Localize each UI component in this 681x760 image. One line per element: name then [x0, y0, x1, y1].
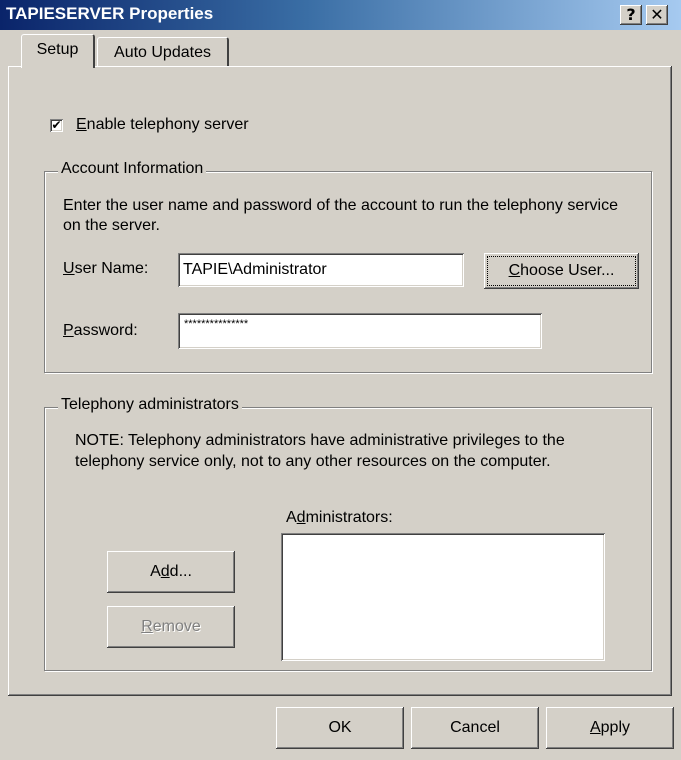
- administrators-label-a: A: [286, 509, 297, 526]
- tab-setup[interactable]: Setup: [21, 34, 95, 68]
- close-button[interactable]: ✕: [646, 5, 668, 25]
- tab-auto-updates-label: Auto Updates: [114, 44, 211, 61]
- user-name-text: ser Name:: [74, 260, 149, 277]
- user-name-mnemonic: U: [63, 260, 75, 277]
- apply-mnemonic: A: [589, 719, 601, 736]
- cancel-button[interactable]: Cancel: [411, 707, 539, 749]
- ok-label: OK: [328, 719, 352, 736]
- administrators-mnemonic: d: [296, 509, 306, 526]
- admins-title: Telephony administrators: [58, 396, 242, 414]
- account-info-title: Account Information: [58, 160, 207, 178]
- checkmark-icon: ✔: [51, 118, 62, 132]
- password-mnemonic: P: [63, 322, 74, 339]
- title-bar[interactable]: TAPIESERVER Properties ? ✕: [0, 0, 681, 30]
- enable-telephony-checkbox[interactable]: ✔: [50, 119, 63, 132]
- password-label: Password:: [63, 322, 138, 340]
- tab-setup-label: Setup: [36, 41, 79, 58]
- remove-admin-button[interactable]: Remove: [107, 606, 235, 648]
- remove-text: emove: [152, 618, 201, 635]
- add-admin-button[interactable]: Add...: [107, 551, 235, 593]
- help-button[interactable]: ?: [620, 5, 642, 25]
- enable-telephony-mnemonic: E: [76, 116, 87, 133]
- apply-text: pply: [600, 719, 631, 736]
- admins-note: NOTE: Telephony administrators have admi…: [75, 432, 565, 470]
- administrators-label-b: ministrators:: [305, 509, 393, 526]
- user-name-input[interactable]: TAPIE\Administrator: [178, 253, 464, 287]
- administrators-list-label: Administrators:: [286, 509, 393, 527]
- user-name-label: User Name:: [63, 260, 148, 278]
- add-label-a: A: [150, 563, 161, 580]
- remove-mnemonic: R: [141, 618, 153, 635]
- administrators-list[interactable]: [281, 533, 605, 661]
- password-text: assword:: [73, 322, 138, 339]
- apply-button[interactable]: Apply: [546, 707, 674, 749]
- tab-auto-updates[interactable]: Auto Updates: [97, 37, 229, 67]
- password-input[interactable]: ***************: [178, 313, 542, 349]
- help-icon: ?: [626, 5, 636, 24]
- ok-button[interactable]: OK: [276, 707, 404, 749]
- choose-user-focus-ring: [487, 256, 636, 286]
- close-icon: ✕: [650, 5, 664, 24]
- add-label-b: d...: [169, 563, 192, 580]
- add-mnemonic: d: [160, 563, 170, 580]
- window-title: TAPIESERVER Properties: [6, 4, 214, 23]
- choose-user-button[interactable]: Choose User...: [484, 253, 639, 289]
- cancel-label: Cancel: [450, 719, 500, 736]
- enable-telephony-text: nable telephony server: [86, 116, 249, 133]
- account-description: Enter the user name and password of the …: [63, 197, 618, 234]
- enable-telephony-label[interactable]: Enable telephony server: [76, 116, 249, 134]
